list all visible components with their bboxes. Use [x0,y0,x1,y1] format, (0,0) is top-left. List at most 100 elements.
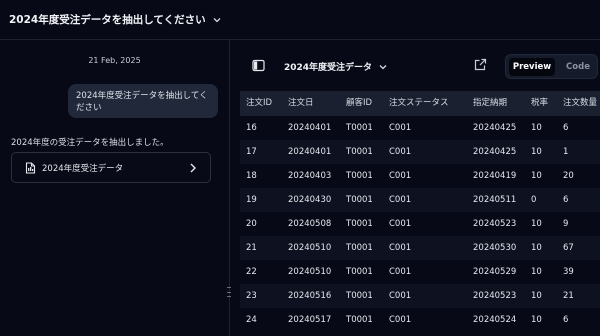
table-cell: C001 [389,219,412,229]
table-row: 24 20240517 T0001 C001 20240524 10 6 [240,308,600,332]
table-cell: 10 [531,315,542,325]
table-cell: 20 [246,219,257,229]
table-cell: 21 [246,243,257,253]
table-cell: 20240524 [473,315,517,325]
table-cell: 19 [246,195,257,205]
user-message-bubble: 2024年度受注データを抽出してください [68,84,218,118]
chevron-down-icon[interactable] [212,15,222,25]
column-header[interactable]: 注文日 [288,91,314,116]
table-cell: C001 [389,123,412,133]
table-cell: C001 [389,195,412,205]
table-cell: T0001 [346,171,373,181]
table-cell: 22 [246,267,257,277]
table-cell: 20240508 [288,219,332,229]
table-cell: 17 [246,147,257,157]
table-cell: 20240530 [473,243,517,253]
preview-panel: 2024年度受注データ Preview Code 注文ID 注文日 顧客ID 注… [230,40,600,336]
tab-preview[interactable]: Preview [509,58,555,76]
table-cell: T0001 [346,123,373,133]
table-cell: 20240523 [473,219,517,229]
table-cell: C001 [389,267,412,277]
table-cell: 20240511 [473,195,517,205]
table-cell: 9 [563,219,569,229]
preview-title-dropdown[interactable]: 2024年度受注データ [284,60,388,73]
table-cell: 0 [531,195,537,205]
table-cell: 21 [563,291,574,301]
table-cell: 10 [531,171,542,181]
table-cell: 10 [531,219,542,229]
table-cell: 18 [246,171,257,181]
table-cell: 20240510 [288,267,332,277]
table-row: 18 20240403 T0001 C001 20240419 10 20 [240,164,600,188]
table-cell: 20 [563,171,574,181]
table-header: 注文ID 注文日 顧客ID 注文ステータス 指定納期 税率 注文数量 [240,91,600,116]
preview-header: 2024年度受注データ Preview Code [230,40,600,90]
table-cell: T0001 [346,147,373,157]
table-cell: 10 [531,147,542,157]
table-cell: 20240517 [288,315,332,325]
column-header[interactable]: 注文数量 [563,91,597,116]
table-cell: T0001 [346,315,373,325]
table-cell: C001 [389,291,412,301]
external-link-icon[interactable] [474,58,487,71]
table-cell: 20240516 [288,291,332,301]
table-cell: C001 [389,147,412,157]
table-cell: 20240401 [288,147,332,157]
table-cell: T0001 [346,195,373,205]
table-cell: 1 [563,147,569,157]
table-cell: 10 [531,123,542,133]
chat-panel: 21 Feb, 2025 2024年度受注データを抽出してください 2024年度… [0,40,229,336]
sidebar-toggle-icon[interactable] [252,59,265,72]
table-cell: 23 [246,291,257,301]
column-header[interactable]: 顧客ID [346,91,372,116]
chevron-right-icon [188,162,198,174]
message-date: 21 Feb, 2025 [88,56,141,65]
table-cell: T0001 [346,219,373,229]
column-header[interactable]: 税率 [531,91,548,116]
table-cell: 24 [246,315,257,325]
table-row: 16 20240401 T0001 C001 20240425 10 6 [240,116,600,140]
table-cell: 10 [531,267,542,277]
table-row: 19 20240430 T0001 C001 20240511 0 6 [240,188,600,212]
table-cell: C001 [389,315,412,325]
chevron-down-icon [378,62,388,72]
table-cell: 10 [531,291,542,301]
conversation-title: 2024年度受注データを抽出してください [9,14,206,26]
table-row: 23 20240516 T0001 C001 20240523 10 21 [240,284,600,308]
table-cell: 20240425 [473,123,517,133]
data-table: 注文ID 注文日 顧客ID 注文ステータス 指定納期 税率 注文数量 16 202… [240,91,600,336]
column-header[interactable]: 注文ステータス [389,91,449,116]
table-cell: 20240510 [288,243,332,253]
tab-code[interactable]: Code [560,58,596,76]
table-cell: C001 [389,243,412,253]
table-cell: 20240403 [288,171,332,181]
table-cell: 10 [531,243,542,253]
artifact-card[interactable]: 2024年度受注データ [11,152,211,183]
preview-title: 2024年度受注データ [284,63,373,73]
table-row: 17 20240401 T0001 C001 20240425 10 1 [240,140,600,164]
table-cell: 67 [563,243,574,253]
table-cell: 20240523 [473,291,517,301]
table-row: 22 20240510 T0001 C001 20240529 10 39 [240,260,600,284]
table-cell: 6 [563,123,569,133]
table-cell: T0001 [346,267,373,277]
table-cell: 20240425 [473,147,517,157]
column-header[interactable]: 注文ID [246,91,272,116]
table-cell: 20240529 [473,267,517,277]
table-cell: 20240419 [473,171,517,181]
table-cell: 6 [563,315,569,325]
table-cell: 20240401 [288,123,332,133]
table-row: 21 20240510 T0001 C001 20240530 10 67 [240,236,600,260]
artifact-title: 2024年度受注データ [42,163,124,174]
table-cell: 6 [563,195,569,205]
table-cell: 20240430 [288,195,332,205]
conversation-title-bar[interactable]: 2024年度受注データを抽出してください [0,0,600,40]
table-cell: 39 [563,267,574,277]
column-header[interactable]: 指定納期 [473,91,507,116]
table-cell: C001 [389,171,412,181]
assistant-message: 2024年度の受注データを抽出しました。 [11,138,169,148]
document-icon [25,161,36,174]
table-cell: T0001 [346,243,373,253]
table-cell: T0001 [346,291,373,301]
view-toggle: Preview Code [505,54,598,79]
